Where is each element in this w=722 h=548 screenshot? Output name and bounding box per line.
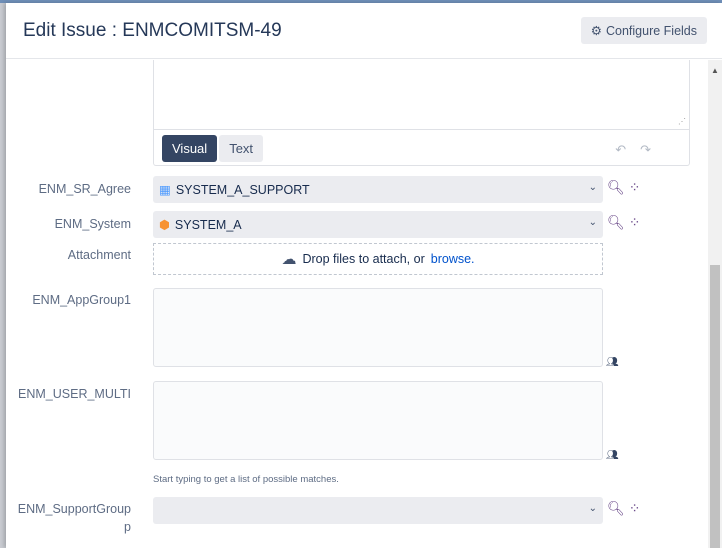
chevron-down-icon: ⌄ bbox=[588, 503, 597, 514]
gear-icon: ⚙ bbox=[590, 24, 602, 38]
dialog-body: ⋰ Visual Text ↶↷ ENM_SR_Agree ▦ SYSTEM_A_… bbox=[6, 60, 708, 548]
grid-icon: ▦ bbox=[159, 183, 171, 197]
description-textarea[interactable]: ⋰ bbox=[154, 60, 689, 130]
chevron-down-icon: ⌄ bbox=[588, 217, 597, 228]
attachment-dropzone[interactable]: ☁ Drop files to attach, or browse. bbox=[153, 243, 603, 275]
chevron-down-icon: ⌄ bbox=[588, 182, 597, 193]
appgroup-input[interactable] bbox=[153, 288, 603, 367]
configure-fields-button[interactable]: ⚙ Configure Fields bbox=[580, 17, 707, 44]
description-editor: ⋰ Visual Text ↶↷ bbox=[153, 60, 690, 166]
system-label: ENM_System bbox=[54, 217, 131, 231]
dialog-header: Edit Issue : ENMCOMITSM-49 ⚙ Configure Fi… bbox=[6, 3, 722, 59]
edit-issue-dialog: Edit Issue : ENMCOMITSM-49 ⚙ Configure Fi… bbox=[6, 3, 722, 548]
sr-agree-value: SYSTEM_A_SUPPORT bbox=[175, 182, 310, 197]
undo-icon[interactable]: ↶ bbox=[615, 142, 640, 157]
browse-link[interactable]: browse. bbox=[431, 252, 475, 266]
tab-visual[interactable]: Visual bbox=[162, 135, 218, 162]
resize-grip-icon[interactable]: ⋰ bbox=[678, 117, 686, 126]
scrollbar-thumb[interactable] bbox=[710, 265, 720, 548]
group-picker-icon[interactable]: 👥︎ bbox=[606, 357, 619, 368]
tab-text[interactable]: Text bbox=[219, 135, 264, 162]
hierarchy-icon[interactable]: ⁘ bbox=[629, 179, 641, 196]
sr-agree-select[interactable]: ▦ SYSTEM_A_SUPPORT ⌄ bbox=[153, 176, 603, 203]
scroll-up-icon[interactable]: ▲ bbox=[711, 66, 719, 75]
system-select[interactable]: ⬢ SYSTEM_A ⌄ bbox=[153, 211, 603, 238]
support-group-label: ENM_SupportGroup bbox=[17, 502, 131, 516]
support-group-label-wrap: p bbox=[124, 520, 131, 534]
hierarchy-icon[interactable]: ⁘ bbox=[629, 214, 641, 231]
system-icon: ⬢ bbox=[159, 218, 170, 232]
hierarchy-icon[interactable]: ⁘ bbox=[629, 500, 641, 517]
user-picker-icon[interactable]: 👥︎ bbox=[606, 450, 619, 461]
scrollbar[interactable]: ▲ bbox=[708, 60, 722, 548]
user-multi-input[interactable] bbox=[153, 381, 603, 460]
sr-agree-label: ENM_SR_Agree bbox=[38, 182, 131, 196]
dialog-title: Edit Issue : ENMCOMITSM-49 bbox=[23, 20, 282, 41]
dropzone-text: Drop files to attach, or bbox=[302, 252, 425, 266]
configure-fields-label: Configure Fields bbox=[605, 23, 697, 38]
support-group-select[interactable]: ⌄ bbox=[153, 497, 603, 524]
cloud-upload-icon: ☁ bbox=[281, 251, 297, 268]
user-multi-label: ENM_USER_MULTI bbox=[18, 387, 131, 401]
appgroup-label: ENM_AppGroup1 bbox=[32, 293, 131, 307]
attachment-label: Attachment bbox=[67, 248, 131, 262]
system-value: SYSTEM_A bbox=[174, 217, 242, 232]
search-icon[interactable]: 🔍︎ bbox=[607, 214, 625, 231]
redo-icon[interactable]: ↷ bbox=[640, 142, 665, 157]
search-icon[interactable]: 🔍︎ bbox=[607, 500, 625, 517]
user-multi-hint: Start typing to get a list of possible m… bbox=[153, 474, 339, 485]
search-icon[interactable]: 🔍︎ bbox=[607, 179, 625, 196]
